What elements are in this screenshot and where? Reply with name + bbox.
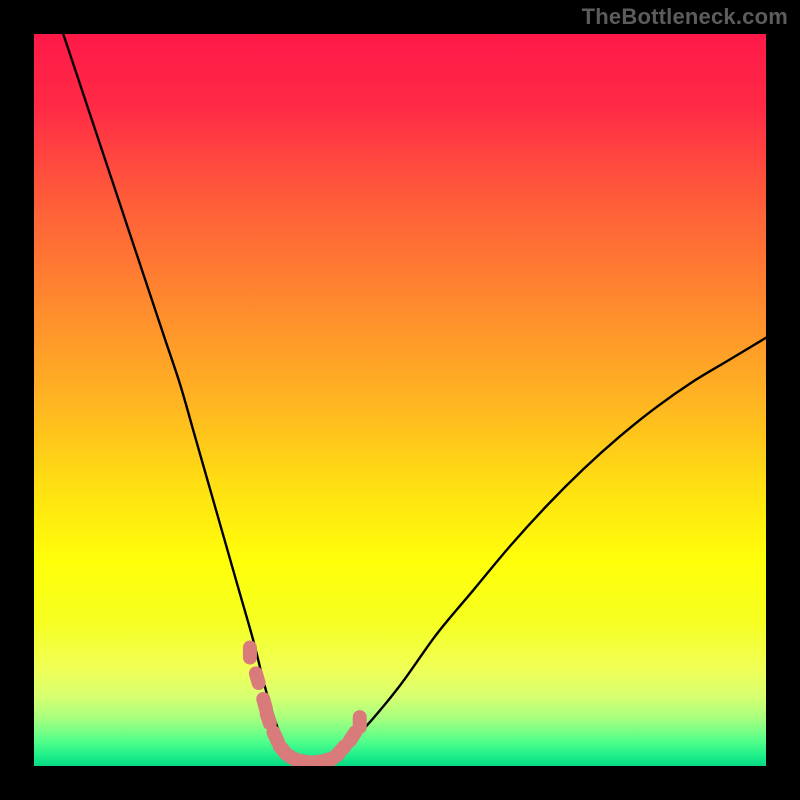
- watermark-label: TheBottleneck.com: [582, 4, 788, 30]
- plot-area: [34, 34, 766, 766]
- marker-pill: [353, 710, 367, 734]
- highlighted-range-markers: [243, 641, 367, 766]
- chart-frame: TheBottleneck.com: [0, 0, 800, 800]
- marker-pill: [243, 641, 257, 665]
- chart-svg: [34, 34, 766, 766]
- bottleneck-curve: [63, 34, 766, 762]
